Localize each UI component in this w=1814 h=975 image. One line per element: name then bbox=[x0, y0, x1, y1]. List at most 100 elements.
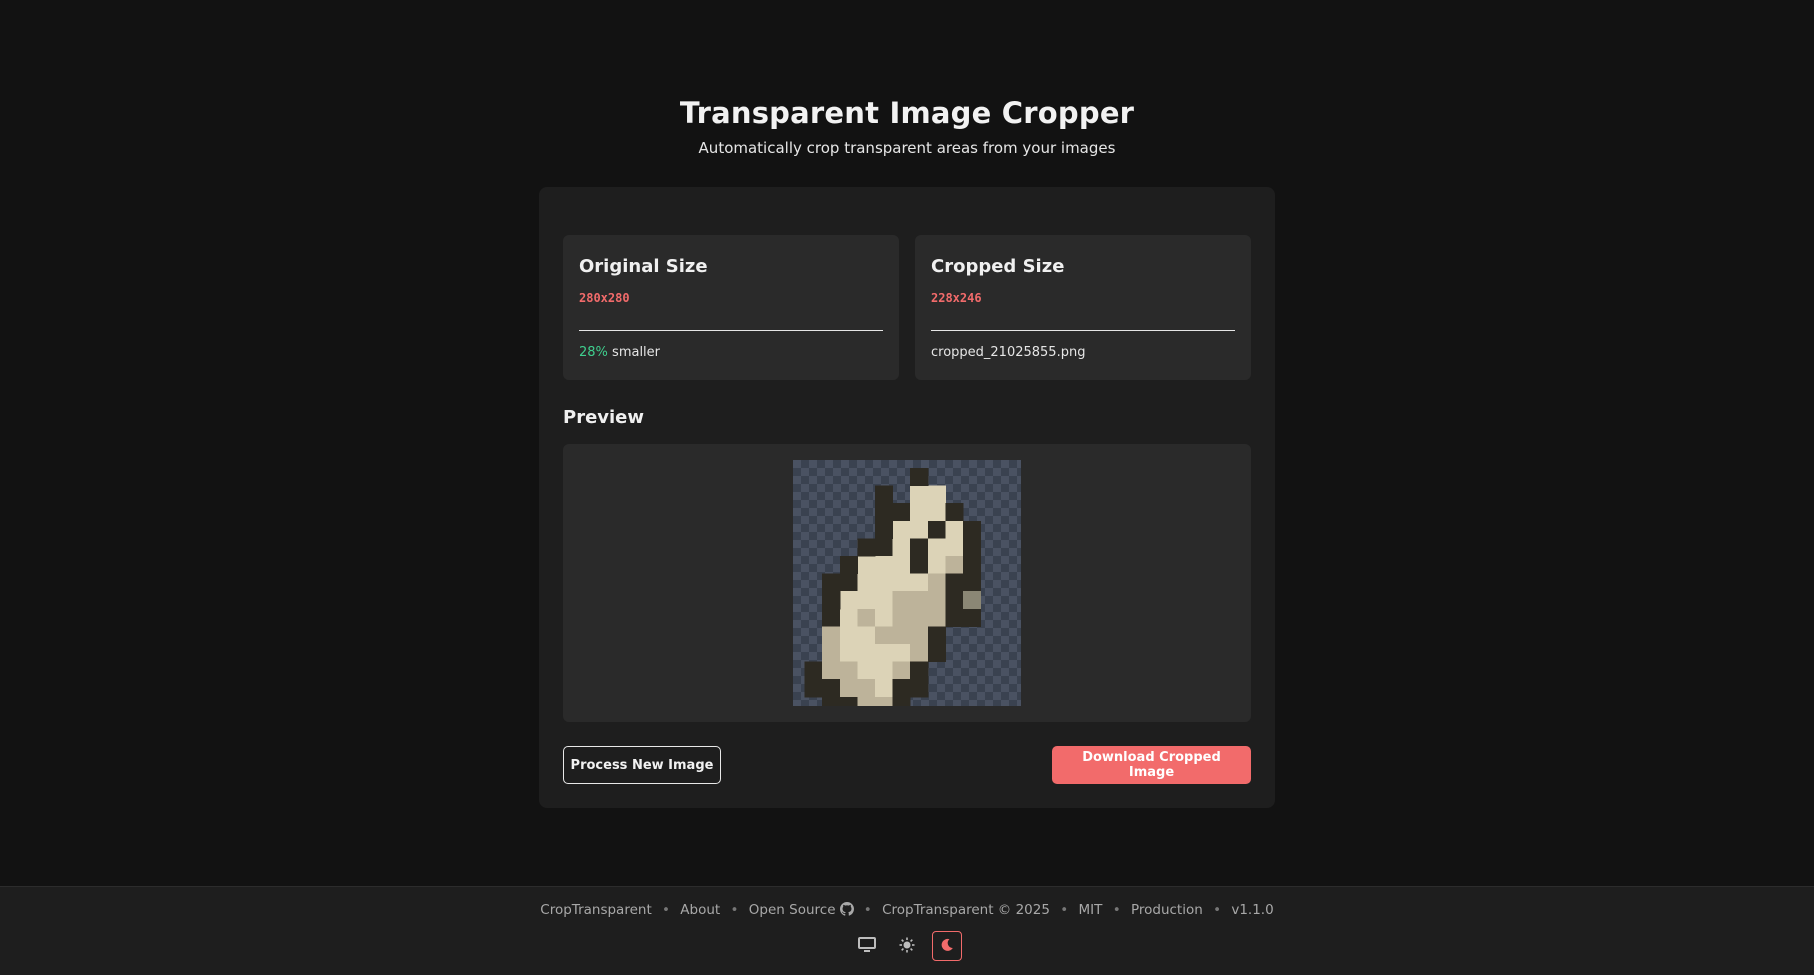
sprite-pixel bbox=[839, 696, 858, 706]
sprite-pixel bbox=[927, 503, 946, 522]
sprite-pixel bbox=[857, 696, 876, 706]
sprite-pixel bbox=[910, 556, 929, 575]
sprite-pixel bbox=[927, 520, 946, 539]
header: Transparent Image Cropper Automatically … bbox=[0, 96, 1814, 157]
sprite-pixel bbox=[910, 485, 929, 504]
open-source-label: Open Source bbox=[748, 902, 836, 918]
sprite-pixel bbox=[857, 591, 876, 610]
footer-version: v1.1.0 bbox=[1231, 902, 1274, 918]
sprite-pixel bbox=[910, 644, 929, 663]
sprite-pixel bbox=[945, 503, 964, 522]
footer-about-link[interactable]: About bbox=[680, 902, 720, 918]
sprite-pixel bbox=[875, 520, 894, 539]
cropped-image-preview bbox=[793, 460, 1021, 706]
sprite-pixel bbox=[857, 573, 876, 592]
sprite-pixel bbox=[839, 573, 858, 592]
footer-environment: Production bbox=[1130, 902, 1203, 918]
footer-copyright: CropTransparent © 2025 bbox=[882, 902, 1050, 918]
sprite-pixel bbox=[927, 591, 946, 610]
sprite-pixel bbox=[892, 679, 911, 698]
theme-light-button[interactable] bbox=[892, 931, 922, 961]
moon-icon bbox=[940, 938, 954, 955]
preview-heading: Preview bbox=[563, 407, 645, 428]
footer: CropTransparent • About • Open Source • … bbox=[0, 886, 1814, 975]
sprite-pixel bbox=[839, 626, 858, 645]
sprite-pixel bbox=[927, 608, 946, 627]
sprite-pixel bbox=[822, 591, 841, 610]
sprite-pixel bbox=[804, 661, 823, 680]
theme-system-button[interactable] bbox=[852, 931, 882, 961]
footer-brand-link[interactable]: CropTransparent bbox=[540, 902, 651, 918]
sprite-pixel bbox=[822, 626, 841, 645]
sprite-pixel bbox=[875, 573, 894, 592]
sprite-pixel bbox=[927, 626, 946, 645]
original-size-panel: Original Size 280x280 28% smaller bbox=[563, 235, 899, 380]
sprite-pixel bbox=[963, 520, 982, 539]
sprite-pixel bbox=[804, 679, 823, 698]
divider bbox=[931, 330, 1235, 331]
sprite-pixel bbox=[927, 573, 946, 592]
sprite-pixel bbox=[875, 696, 894, 706]
sprite-pixel bbox=[822, 661, 841, 680]
sprite-pixel bbox=[839, 608, 858, 627]
sprite-pixel bbox=[927, 538, 946, 557]
sprite-pixel bbox=[892, 696, 911, 706]
download-cropped-image-button[interactable]: Download Cropped Image bbox=[1052, 746, 1251, 784]
sprite-pixel bbox=[839, 679, 858, 698]
original-dimensions: 280x280 bbox=[579, 291, 630, 305]
monitor-icon bbox=[858, 936, 876, 956]
sprite-pixel bbox=[892, 608, 911, 627]
sprite-pixel bbox=[963, 556, 982, 575]
sprite-pixel bbox=[910, 538, 929, 557]
sprite-pixel bbox=[822, 573, 841, 592]
sprite-pixel bbox=[927, 485, 946, 504]
sprite-pixel bbox=[892, 520, 911, 539]
separator: • bbox=[863, 902, 872, 918]
sprite-pixel bbox=[875, 503, 894, 522]
footer-open-source-link[interactable]: Open Source bbox=[749, 902, 854, 918]
sprite-pixel bbox=[857, 538, 876, 557]
sprite-pixel bbox=[910, 661, 929, 680]
github-icon bbox=[839, 902, 854, 920]
separator: • bbox=[1060, 902, 1069, 918]
separator: • bbox=[1112, 902, 1121, 918]
sprite-pixel bbox=[892, 556, 911, 575]
result-card: Original Size 280x280 28% smaller Croppe… bbox=[539, 187, 1275, 808]
sprite-pixel bbox=[945, 556, 964, 575]
separator: • bbox=[662, 902, 670, 918]
reduction-percent: 28% bbox=[579, 345, 608, 360]
sprite-pixel bbox=[892, 644, 911, 663]
sprite-pixel bbox=[875, 556, 894, 575]
separator: • bbox=[1213, 902, 1222, 918]
sprite-pixel bbox=[875, 644, 894, 663]
sprite-pixel bbox=[892, 503, 911, 522]
cropped-size-title: Cropped Size bbox=[931, 256, 1065, 277]
sprite-pixel bbox=[875, 608, 894, 627]
sprite-pixel bbox=[910, 626, 929, 645]
cropped-size-panel: Cropped Size 228x246 cropped_21025855.pn… bbox=[915, 235, 1251, 380]
separator: • bbox=[730, 902, 739, 918]
sun-icon bbox=[899, 937, 915, 956]
preview-container bbox=[563, 444, 1251, 722]
sprite-pixel bbox=[892, 573, 911, 592]
sprite-pixel bbox=[892, 591, 911, 610]
sprite-pixel bbox=[857, 556, 876, 575]
theme-dark-button[interactable] bbox=[932, 931, 962, 961]
footer-license-link[interactable]: MIT bbox=[1079, 902, 1103, 918]
sprite-pixel bbox=[910, 608, 929, 627]
page-subtitle: Automatically crop transparent areas fro… bbox=[698, 139, 1116, 157]
sprite-pixel bbox=[875, 538, 894, 557]
sprite-pixel bbox=[857, 679, 876, 698]
sprite-pixel bbox=[927, 644, 946, 663]
sprite-pixel bbox=[857, 626, 876, 645]
footer-links: CropTransparent • About • Open Source • … bbox=[0, 902, 1814, 920]
sprite-pixel bbox=[875, 591, 894, 610]
sprite-pixel bbox=[945, 608, 964, 627]
sprite-pixel bbox=[910, 503, 929, 522]
sprite-pixel bbox=[875, 626, 894, 645]
sprite-pixel bbox=[875, 485, 894, 504]
sprite-pixel bbox=[963, 538, 982, 557]
process-new-image-button[interactable]: Process New Image bbox=[563, 746, 721, 784]
sprite-pixel bbox=[839, 644, 858, 663]
divider bbox=[579, 330, 883, 331]
